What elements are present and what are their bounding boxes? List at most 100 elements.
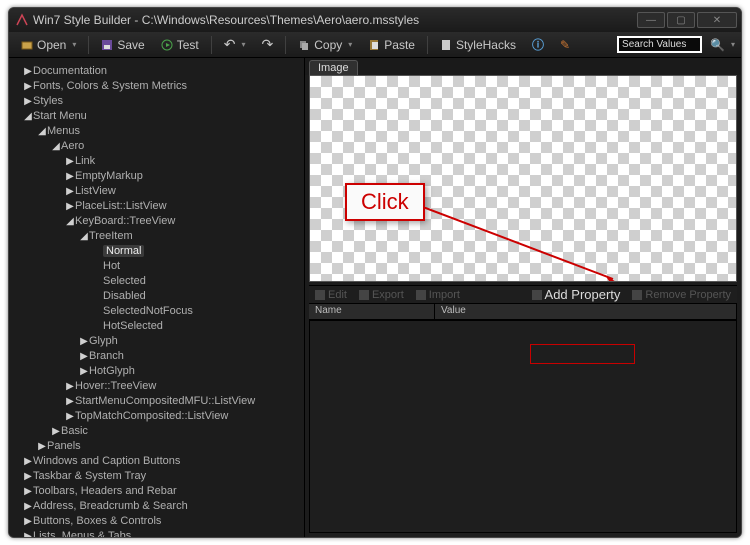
tree-item[interactable]: Link <box>75 155 95 167</box>
expand-icon[interactable]: ▶ <box>79 334 89 349</box>
window-title: Win7 Style Builder - C:\Windows\Resource… <box>33 13 637 27</box>
chevron-down-icon: ▾ <box>348 40 352 49</box>
tree-item[interactable]: HotGlyph <box>89 365 135 377</box>
tree-item[interactable]: Hot <box>103 260 120 272</box>
tree-item[interactable]: Glyph <box>89 335 118 347</box>
tree-item[interactable]: Panels <box>47 440 81 452</box>
remove-icon <box>632 290 642 300</box>
tree-item[interactable]: Buttons, Boxes & Controls <box>33 515 161 527</box>
search-icon[interactable]: 🔍 <box>710 38 725 52</box>
expand-icon[interactable]: ▶ <box>79 364 89 379</box>
expand-icon[interactable]: ▶ <box>23 499 33 514</box>
tree-item[interactable]: Hover::TreeView <box>75 380 156 392</box>
column-header-value[interactable]: Value <box>435 304 737 319</box>
tree-item[interactable]: PlaceList::ListView <box>75 200 167 212</box>
tree-item[interactable]: Lists, Menus & Tabs <box>33 530 131 537</box>
expand-icon[interactable]: ▶ <box>23 514 33 529</box>
tree-item[interactable]: Menus <box>47 125 80 137</box>
expand-icon[interactable]: ▶ <box>65 169 75 184</box>
expand-icon[interactable]: ▶ <box>23 94 33 109</box>
expand-icon[interactable]: ▶ <box>23 529 33 537</box>
stylehacks-label: StyleHacks <box>456 38 516 52</box>
search-input[interactable]: Search Values <box>617 36 702 53</box>
collapse-icon[interactable]: ◢ <box>37 124 47 139</box>
test-button[interactable]: Test <box>155 36 205 54</box>
undo-button[interactable]: ↶▾ <box>218 34 252 55</box>
close-button[interactable]: ✕ <box>697 12 737 28</box>
tree-item[interactable]: Basic <box>61 425 88 437</box>
collapse-icon[interactable]: ◢ <box>51 139 61 154</box>
separator <box>427 36 428 54</box>
info-icon: ⓘ <box>532 36 544 53</box>
tree-item[interactable]: KeyBoard::TreeView <box>75 215 175 227</box>
save-button[interactable]: Save <box>95 36 150 54</box>
expand-icon[interactable]: ▶ <box>65 409 75 424</box>
property-grid-header: Name Value <box>309 304 737 320</box>
add-property-button[interactable]: Add Property <box>526 287 627 302</box>
tree-item[interactable]: Address, Breadcrumb & Search <box>33 500 188 512</box>
separator <box>88 36 89 54</box>
remove-property-button[interactable]: Remove Property <box>626 289 737 301</box>
expand-icon[interactable]: ▶ <box>23 64 33 79</box>
tree-item[interactable]: Disabled <box>103 290 146 302</box>
tree-item[interactable]: TopMatchComposited::ListView <box>75 410 228 422</box>
copy-button[interactable]: Copy▾ <box>292 36 358 54</box>
expand-icon[interactable]: ▶ <box>65 379 75 394</box>
expand-icon[interactable]: ▶ <box>51 424 61 439</box>
expand-icon[interactable]: ▶ <box>37 439 47 454</box>
expand-icon[interactable]: ▶ <box>23 469 33 484</box>
tree-view[interactable]: ▶Documentation ▶Fonts, Colors & System M… <box>17 64 304 537</box>
tree-item[interactable]: Fonts, Colors & System Metrics <box>33 80 187 92</box>
tree-item[interactable]: ListView <box>75 185 116 197</box>
separator <box>285 36 286 54</box>
tree-item[interactable]: TreeItem <box>89 230 133 242</box>
tree-item[interactable]: Toolbars, Headers and Rebar <box>33 485 177 497</box>
tree-item-selected[interactable]: Normal <box>103 245 144 257</box>
expand-icon[interactable]: ▶ <box>79 349 89 364</box>
add-icon <box>532 290 542 300</box>
collapse-icon[interactable]: ◢ <box>23 109 33 124</box>
expand-icon[interactable]: ▶ <box>65 154 75 169</box>
preview-tabstrip: Image <box>305 58 741 75</box>
paste-button[interactable]: Paste <box>362 36 421 54</box>
tree-item[interactable]: Selected <box>103 275 146 287</box>
maximize-button[interactable]: ▢ <box>667 12 695 28</box>
edit-button[interactable]: Edit <box>309 289 353 301</box>
import-button[interactable]: Import <box>410 289 466 301</box>
titlebar: Win7 Style Builder - C:\Windows\Resource… <box>9 8 741 32</box>
tool-button[interactable]: ✎ <box>554 36 576 54</box>
expand-icon[interactable]: ▶ <box>65 199 75 214</box>
play-icon <box>161 39 173 51</box>
redo-button[interactable]: ↷ <box>256 34 280 55</box>
edit-icon <box>315 290 325 300</box>
export-icon <box>359 290 369 300</box>
info-button[interactable]: ⓘ <box>526 34 550 55</box>
expand-icon[interactable]: ▶ <box>23 454 33 469</box>
tree-item[interactable]: SelectedNotFocus <box>103 305 193 317</box>
export-button[interactable]: Export <box>353 289 410 301</box>
expand-icon[interactable]: ▶ <box>65 394 75 409</box>
tree-item[interactable]: EmptyMarkup <box>75 170 143 182</box>
open-label: Open <box>37 38 66 52</box>
expand-icon[interactable]: ▶ <box>23 79 33 94</box>
stylehacks-button[interactable]: StyleHacks <box>434 36 522 54</box>
open-button[interactable]: Open▾ <box>15 36 82 54</box>
tree-item[interactable]: Documentation <box>33 65 107 77</box>
tree-item[interactable]: Taskbar & System Tray <box>33 470 146 482</box>
expand-icon[interactable]: ▶ <box>65 184 75 199</box>
collapse-icon[interactable]: ◢ <box>79 229 89 244</box>
tree-item[interactable]: Start Menu <box>33 110 87 122</box>
image-tab[interactable]: Image <box>309 60 358 75</box>
collapse-icon[interactable]: ◢ <box>65 214 75 229</box>
chevron-down-icon: ▾ <box>241 40 245 49</box>
tree-item[interactable]: Windows and Caption Buttons <box>33 455 180 467</box>
expand-icon[interactable]: ▶ <box>23 484 33 499</box>
column-header-name[interactable]: Name <box>309 304 435 319</box>
minimize-button[interactable]: — <box>637 12 665 28</box>
tree-item[interactable]: Aero <box>61 140 84 152</box>
tree-item[interactable]: StartMenuCompositedMFU::ListView <box>75 395 255 407</box>
tree-item[interactable]: Branch <box>89 350 124 362</box>
tree-item[interactable]: HotSelected <box>103 320 163 332</box>
tree-item[interactable]: Styles <box>33 95 63 107</box>
test-label: Test <box>177 38 199 52</box>
